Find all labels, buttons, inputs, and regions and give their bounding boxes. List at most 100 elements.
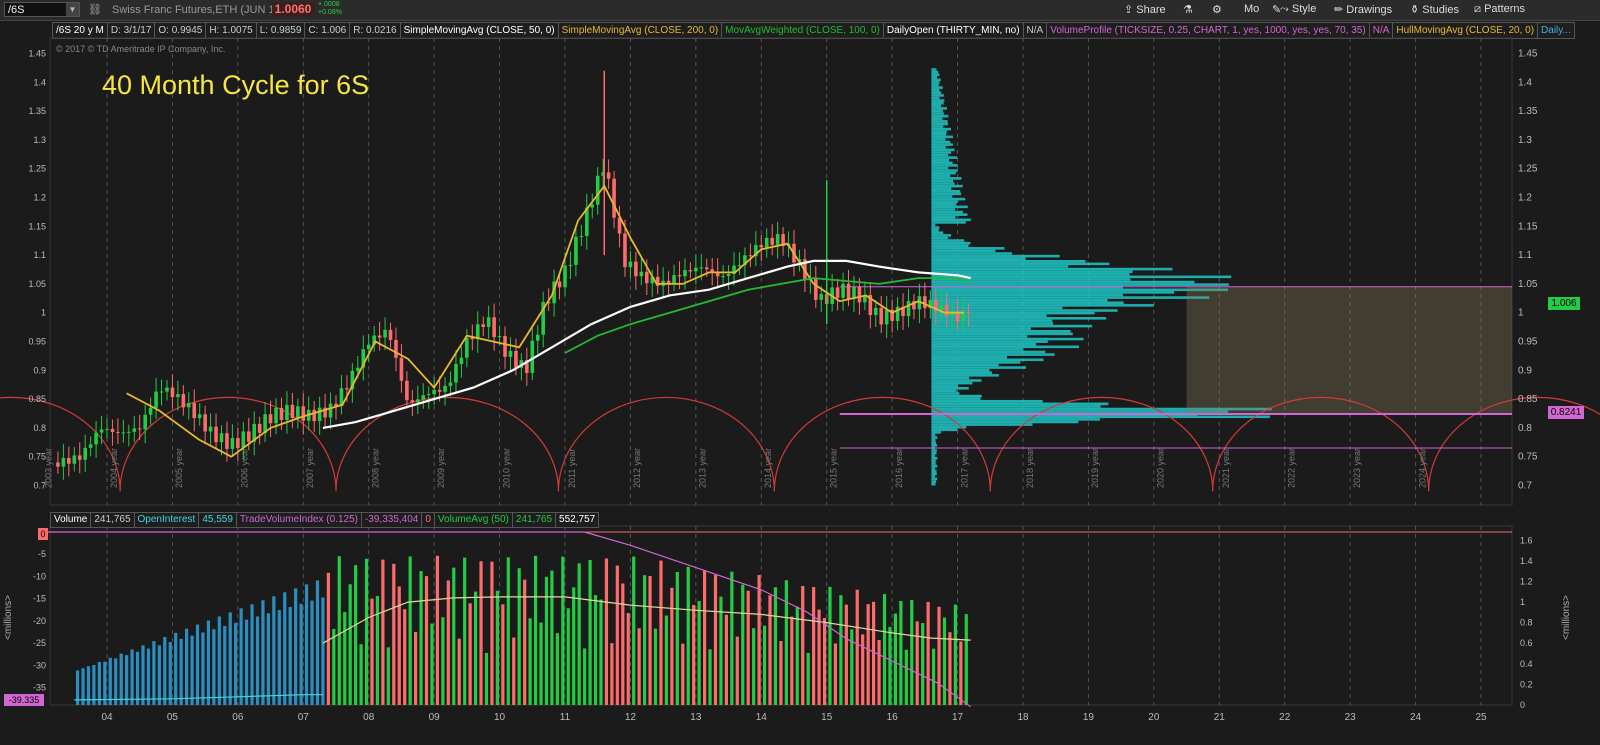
profile-bar	[931, 366, 1027, 369]
y-tick-label-right: 0.75	[1518, 452, 1538, 463]
y-tick-label-right: 1	[1518, 308, 1524, 319]
volume-y-tick-right: 1.6	[1520, 535, 1533, 545]
candle-body	[906, 301, 911, 317]
volume-bar	[206, 620, 211, 705]
volume-bar	[299, 603, 303, 705]
volume-bar	[463, 557, 467, 705]
candle-body	[399, 357, 404, 381]
profile-bar	[931, 213, 968, 216]
volume-y-tick-right: 0.2	[1520, 679, 1533, 689]
volume-bar	[414, 632, 418, 705]
volume-bar	[424, 576, 429, 705]
profile-bar	[931, 96, 940, 100]
profile-bar	[931, 384, 958, 387]
oi-value: 45,559	[198, 512, 237, 528]
profile-bar	[931, 156, 958, 159]
last-price-tag: 1.006	[1548, 297, 1580, 310]
profile-bar	[931, 221, 966, 224]
volume-bar	[375, 596, 380, 705]
profile-bar	[931, 288, 1229, 292]
tvi-label[interactable]: TradeVolumeIndex (0.125)	[235, 512, 362, 528]
volume-bar	[239, 608, 243, 705]
volume-bar	[942, 617, 947, 705]
y-tick-label-left: 1.25	[28, 164, 46, 174]
oi-label[interactable]: OpenInterest	[133, 512, 200, 528]
y-tick-label-right: 1.3	[1518, 135, 1532, 146]
profile-bar	[931, 75, 937, 79]
candle-body	[181, 394, 186, 408]
profile-bar	[931, 376, 970, 380]
volume-bar	[626, 613, 630, 705]
candle-body	[465, 337, 469, 358]
y-tick-label-left: 1.2	[33, 193, 46, 203]
volume-bar	[790, 616, 794, 705]
profile-bar	[931, 254, 1060, 258]
volume-bar	[261, 600, 265, 705]
candle-body	[94, 432, 98, 445]
profile-bar	[931, 125, 944, 128]
zero-value: 0	[421, 512, 435, 528]
volume-bar	[441, 617, 445, 705]
volume-bar	[882, 594, 887, 705]
candle-body	[819, 294, 824, 300]
profile-bar	[931, 135, 953, 139]
volume-bar	[702, 570, 707, 705]
candle-body	[873, 307, 878, 316]
profile-bar	[931, 223, 936, 227]
volume-bar	[114, 658, 118, 705]
profile-bar	[931, 112, 944, 115]
candle-body	[814, 277, 818, 300]
profile-bar	[931, 107, 948, 110]
candle-body	[88, 444, 93, 448]
y-tick-label-left: 1.4	[33, 77, 46, 87]
candle-body	[132, 428, 137, 432]
candle-body	[508, 350, 513, 357]
volume-bar	[773, 587, 778, 705]
candle-body	[486, 317, 491, 327]
profile-bar	[931, 418, 1100, 421]
volume-bar	[217, 616, 221, 705]
candle-body	[634, 261, 638, 277]
profile-bar	[931, 444, 938, 447]
profile-bar	[931, 431, 941, 434]
candle-body	[394, 339, 398, 358]
candle-body	[879, 307, 884, 325]
profile-bar	[931, 259, 1086, 263]
volume-bar	[610, 643, 614, 705]
volume-bar	[135, 651, 140, 705]
volume-bar	[959, 641, 963, 705]
candle-body	[377, 335, 382, 338]
x-tick-label: 25	[1475, 712, 1487, 723]
volume-y-tick-left: -15	[33, 594, 46, 604]
candle-body	[312, 409, 316, 422]
price-chart[interactable]: 2003 year 2004 year 2005 year 2006 year 2007…	[0, 0, 1600, 745]
profile-bar	[931, 394, 982, 398]
candle-body	[77, 455, 82, 460]
candle-body	[203, 414, 207, 432]
profile-bar	[931, 441, 937, 445]
volume-bar	[103, 661, 107, 705]
volume-label[interactable]: Volume	[50, 512, 92, 528]
profile-bar	[931, 322, 1054, 325]
profile-bar	[931, 78, 941, 82]
profile-bar	[931, 68, 937, 71]
candle-body	[279, 407, 284, 420]
volume-bar	[861, 634, 865, 705]
profile-bar	[931, 368, 990, 372]
y-tick-label-left: 0.85	[28, 394, 46, 404]
candle-body	[443, 385, 447, 392]
y-tick-label-left: 1.35	[28, 106, 46, 116]
volume-bar	[310, 600, 314, 705]
volume-bar	[408, 556, 412, 705]
volume-bar	[833, 643, 838, 705]
volume-bar	[583, 648, 587, 705]
profile-bar	[931, 226, 940, 229]
volume-y-tick-left: -25	[33, 638, 46, 648]
profile-bar	[931, 210, 963, 214]
volume-bar	[937, 606, 941, 705]
volume-bar	[457, 638, 461, 705]
profile-bar	[931, 262, 1110, 266]
profile-bar	[931, 117, 943, 121]
volavg-label[interactable]: VolumeAvg (50)	[433, 512, 513, 528]
candle-body	[857, 286, 862, 303]
